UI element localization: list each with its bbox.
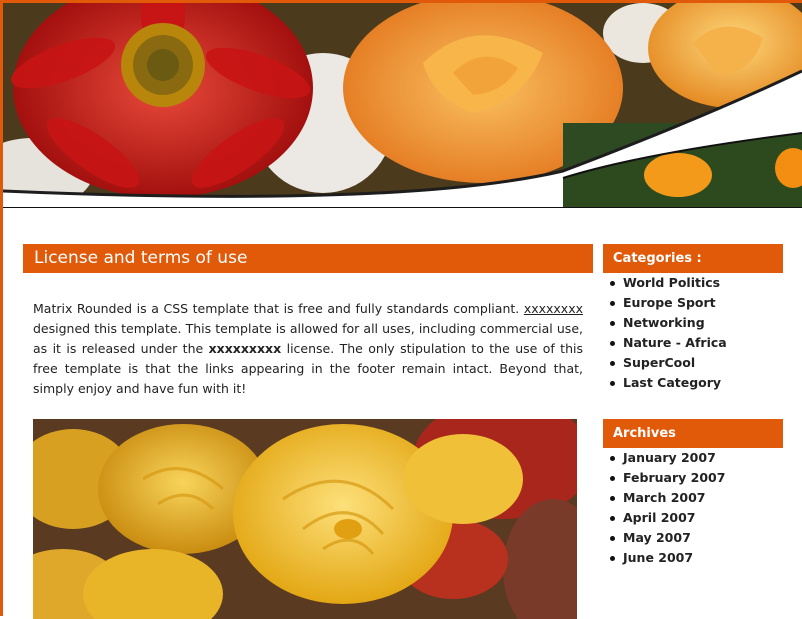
- bullet-icon: [610, 456, 615, 461]
- bullet-icon: [610, 281, 615, 286]
- archive-item[interactable]: April 2007: [603, 508, 783, 528]
- bullet-icon: [610, 516, 615, 521]
- category-item[interactable]: Nature - Africa: [603, 333, 783, 353]
- categories-list: World Politics Europe Sport Networking N…: [603, 273, 783, 393]
- category-item[interactable]: Europe Sport: [603, 293, 783, 313]
- category-label: Europe Sport: [623, 295, 716, 310]
- archive-item[interactable]: June 2007: [603, 548, 783, 568]
- bullet-icon: [610, 496, 615, 501]
- archive-item[interactable]: February 2007: [603, 468, 783, 488]
- archive-label: April 2007: [623, 510, 696, 525]
- bullet-icon: [610, 536, 615, 541]
- archives-heading: Archives: [603, 419, 783, 448]
- archive-label: June 2007: [623, 550, 694, 565]
- category-item[interactable]: Last Category: [603, 373, 783, 393]
- archives-list: January 2007 February 2007 March 2007 Ap…: [603, 448, 783, 568]
- license-name: xxxxxxxxx: [208, 341, 282, 356]
- bullet-icon: [610, 556, 615, 561]
- bullet-icon: [610, 381, 615, 386]
- category-label: Last Category: [623, 375, 722, 390]
- category-label: Nature - Africa: [623, 335, 727, 350]
- bullet-icon: [610, 301, 615, 306]
- main-content: License and terms of use Matrix Rounded …: [23, 244, 593, 619]
- category-label: SuperCool: [623, 355, 696, 370]
- archive-label: May 2007: [623, 530, 691, 545]
- intro-text-1: Matrix Rounded is a CSS template that is…: [33, 301, 524, 316]
- bullet-icon: [610, 341, 615, 346]
- header-banner: [3, 3, 802, 208]
- category-label: World Politics: [623, 275, 721, 290]
- author-link[interactable]: xxxxxxxx: [524, 301, 583, 316]
- category-label: Networking: [623, 315, 705, 330]
- category-item[interactable]: SuperCool: [603, 353, 783, 373]
- page-title: License and terms of use: [23, 244, 593, 273]
- archive-label: March 2007: [623, 490, 706, 505]
- archive-label: February 2007: [623, 470, 726, 485]
- sidebar: Categories : World Politics Europe Sport…: [603, 244, 783, 568]
- bullet-icon: [610, 321, 615, 326]
- archive-item[interactable]: May 2007: [603, 528, 783, 548]
- categories-heading: Categories :: [603, 244, 783, 273]
- ranunculus-photo: [33, 419, 577, 619]
- flowers-banner-image: [3, 3, 802, 208]
- bullet-icon: [610, 476, 615, 481]
- archive-item[interactable]: March 2007: [603, 488, 783, 508]
- intro-paragraph: Matrix Rounded is a CSS template that is…: [33, 299, 583, 399]
- category-item[interactable]: World Politics: [603, 273, 783, 293]
- archive-label: January 2007: [623, 450, 716, 465]
- archive-item[interactable]: January 2007: [603, 448, 783, 468]
- bullet-icon: [610, 361, 615, 366]
- category-item[interactable]: Networking: [603, 313, 783, 333]
